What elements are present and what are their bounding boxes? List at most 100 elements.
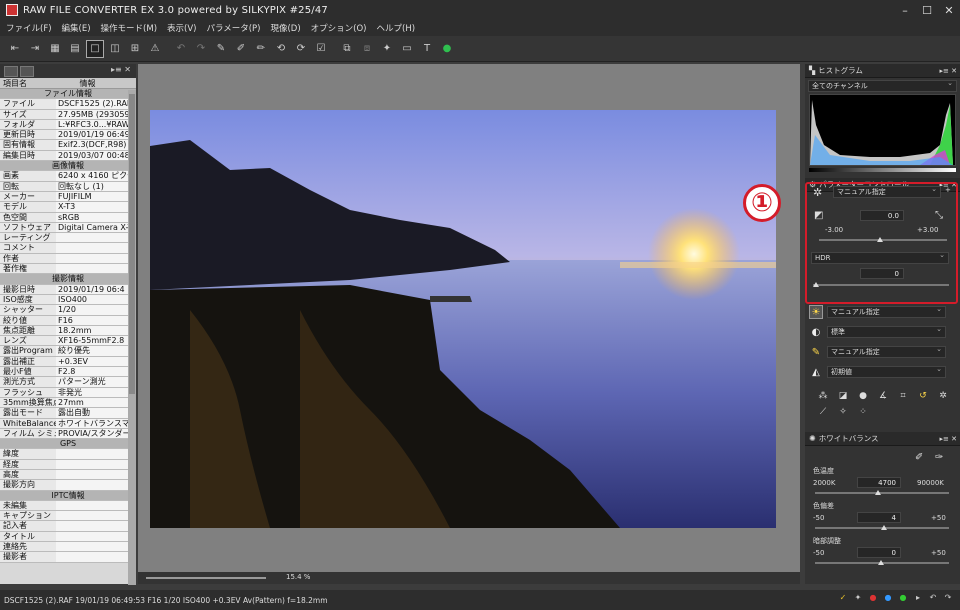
param-select-1[interactable]: マニュアル指定 bbox=[827, 305, 946, 318]
color-pencil-icon[interactable]: ✎ bbox=[809, 345, 823, 359]
info-row[interactable]: サイズ 27.95MB (2930592 bbox=[0, 109, 136, 120]
preview-image[interactable] bbox=[150, 110, 776, 528]
edit-icon[interactable]: ✏ bbox=[252, 40, 270, 58]
info-row[interactable]: 回転 回転なし (1) bbox=[0, 181, 136, 192]
info-row[interactable]: 編集日時 2019/03/07 00:48 bbox=[0, 150, 136, 162]
info-row[interactable]: 露出補正 +0.3EV bbox=[0, 356, 136, 368]
grid2-icon[interactable]: ▤ bbox=[66, 40, 84, 58]
menu-file[interactable]: ファイル(F) bbox=[6, 22, 52, 34]
text-icon[interactable]: T bbox=[418, 40, 436, 58]
info-row[interactable]: メーカー FUJIFILM bbox=[0, 191, 136, 203]
temp-value[interactable]: 4700 bbox=[857, 477, 901, 488]
menu-help[interactable]: ヘルプ(H) bbox=[377, 22, 416, 34]
temp-slider-thumb[interactable] bbox=[875, 490, 881, 495]
stars-icon[interactable]: ✲ bbox=[935, 391, 951, 405]
sharpness-icon[interactable]: ◭ bbox=[809, 365, 823, 379]
brush-tool-icon[interactable]: ⟋ bbox=[815, 407, 831, 421]
info-row[interactable]: 固有情報 Exif2.3(DCF,R98) Y bbox=[0, 140, 136, 151]
info-row[interactable]: 経度 bbox=[0, 459, 136, 470]
info-row[interactable]: 高度 bbox=[0, 469, 136, 481]
redo-status-icon[interactable]: ↷ bbox=[942, 593, 954, 605]
sphere-icon[interactable]: ● bbox=[855, 391, 871, 405]
info-row[interactable]: レーティング bbox=[0, 233, 136, 244]
sun-icon[interactable]: ☀ bbox=[809, 305, 823, 319]
paste-icon[interactable]: ✎ bbox=[212, 40, 230, 58]
info-row[interactable]: 焦点距離 18.2mm bbox=[0, 325, 136, 337]
wand-icon[interactable]: ✧ bbox=[835, 407, 851, 421]
close-icon[interactable]: ✕ bbox=[938, 0, 960, 20]
panel-menu-icon[interactable]: ▸≡ ✕ bbox=[111, 65, 131, 74]
info-row[interactable]: 露出Program 絞り優先 bbox=[0, 346, 136, 357]
menu-view[interactable]: 表示(V) bbox=[167, 22, 196, 34]
info-row[interactable]: フラッシュ 非発光 bbox=[0, 387, 136, 398]
prev-icon[interactable]: ⇤ bbox=[6, 40, 24, 58]
channel-select[interactable]: 全てのチャンネル bbox=[808, 79, 957, 92]
noise-icon[interactable]: ⁂ bbox=[815, 391, 831, 405]
star-icon[interactable]: ✦ bbox=[852, 593, 864, 605]
undo-status-icon[interactable]: ↶ bbox=[927, 593, 939, 605]
menu-mode[interactable]: 操作モード(M) bbox=[101, 22, 157, 34]
contrast-icon[interactable]: ◐ bbox=[809, 325, 823, 339]
menu-develop[interactable]: 現像(D) bbox=[270, 22, 300, 34]
info-row[interactable]: シャッター 1/20 bbox=[0, 305, 136, 316]
tint-value[interactable]: 4 bbox=[857, 512, 901, 523]
copy-icon[interactable]: ✐ bbox=[232, 40, 250, 58]
info-row[interactable]: ISO感度 ISO400 bbox=[0, 294, 136, 306]
info-row[interactable]: コメント bbox=[0, 243, 136, 254]
next-icon[interactable]: ⇥ bbox=[26, 40, 44, 58]
info-row[interactable]: ファイル DSCF1525 (2).RAF bbox=[0, 99, 136, 110]
wb-auto-icon[interactable]: ✑ bbox=[935, 452, 943, 463]
compare-icon[interactable]: ◫ bbox=[106, 40, 124, 58]
frame-icon[interactable]: ⌗ bbox=[895, 391, 911, 405]
temp-slider[interactable] bbox=[815, 492, 949, 494]
info-row[interactable]: 最小F値 F2.8 bbox=[0, 367, 136, 378]
info-row[interactable]: 撮影者 bbox=[0, 552, 136, 563]
tint-slider-thumb[interactable] bbox=[881, 525, 887, 530]
display-icon[interactable]: ▭ bbox=[398, 40, 416, 58]
param-select-3[interactable]: マニュアル指定 bbox=[827, 345, 946, 358]
info-row[interactable]: 露出モード 露出自動 bbox=[0, 408, 136, 419]
shade-value[interactable]: 0 bbox=[857, 547, 901, 558]
info-row[interactable]: 35mm換算焦点 27mm bbox=[0, 397, 136, 409]
info-row[interactable]: 著作権 bbox=[0, 264, 136, 275]
image-viewer[interactable] bbox=[138, 64, 800, 572]
molecule-icon[interactable]: ⁘ bbox=[855, 407, 871, 421]
check-icon[interactable]: ✓ bbox=[837, 593, 849, 605]
info-row[interactable]: 撮影方向 bbox=[0, 480, 136, 491]
panel-menu-icon[interactable]: ▸≡ ✕ bbox=[940, 67, 957, 75]
info-row[interactable]: 撮影日時 2019/01/19 06:4 bbox=[0, 284, 136, 295]
param-select-2[interactable]: 標準 bbox=[827, 325, 946, 338]
tag-icon[interactable]: ▸ bbox=[912, 593, 924, 605]
lens-icon[interactable]: ◪ bbox=[835, 391, 851, 405]
develop-icon[interactable]: ☑ bbox=[312, 40, 330, 58]
info-table[interactable]: ファイル情報 ファイル DSCF1525 (2).RAF サイズ 27.95MB (29… bbox=[0, 89, 136, 584]
info-row[interactable]: タイトル bbox=[0, 531, 136, 543]
folder-tab-icon[interactable] bbox=[4, 65, 18, 77]
ok-icon[interactable]: ● bbox=[438, 40, 456, 58]
info-row[interactable]: モデル X-T3 bbox=[0, 202, 136, 213]
info-row[interactable]: 測光方式 パターン測光 bbox=[0, 377, 136, 388]
info-row[interactable]: フォルダ L:¥RFC3.0...¥RAW bbox=[0, 119, 136, 131]
warning-icon[interactable]: ⚠ bbox=[146, 40, 164, 58]
info-tab-icon[interactable] bbox=[20, 65, 34, 77]
histogram-header[interactable]: ▚ ヒストグラム ▸≡ ✕ bbox=[805, 64, 960, 78]
menu-parameter[interactable]: パラメータ(P) bbox=[206, 22, 260, 34]
info-row[interactable]: 記入者 bbox=[0, 521, 136, 532]
info-row[interactable]: 作者 bbox=[0, 253, 136, 265]
wb-eyedropper-icon[interactable]: ✐ bbox=[915, 452, 923, 463]
brush-icon[interactable]: ✦ bbox=[378, 40, 396, 58]
info-row[interactable]: フィルム シミュレPROVIA/スタンダード bbox=[0, 428, 136, 440]
quad-icon[interactable]: ⊞ bbox=[126, 40, 144, 58]
panel-menu-icon[interactable]: ▸≡ ✕ bbox=[940, 435, 957, 443]
param-select-4[interactable]: 初期値 bbox=[827, 365, 946, 378]
layers-icon[interactable]: ⧈ bbox=[358, 40, 376, 58]
zoom-value[interactable]: 15.4 % bbox=[286, 573, 310, 581]
info-row[interactable]: ソフトウェア Digital Camera X-T bbox=[0, 222, 136, 234]
info-row[interactable]: 画素 6240 x 4160 ピクセ bbox=[0, 171, 136, 182]
info-row[interactable]: WhiteBalanceホワイトバランスマニュア bbox=[0, 418, 136, 429]
info-row[interactable]: 連絡先 bbox=[0, 542, 136, 553]
info-row[interactable]: 色空間 sRGB bbox=[0, 212, 136, 223]
undo-icon[interactable]: ↶ bbox=[172, 40, 190, 58]
shade-slider-thumb[interactable] bbox=[878, 560, 884, 565]
rotate-icon[interactable]: ↺ bbox=[915, 391, 931, 405]
